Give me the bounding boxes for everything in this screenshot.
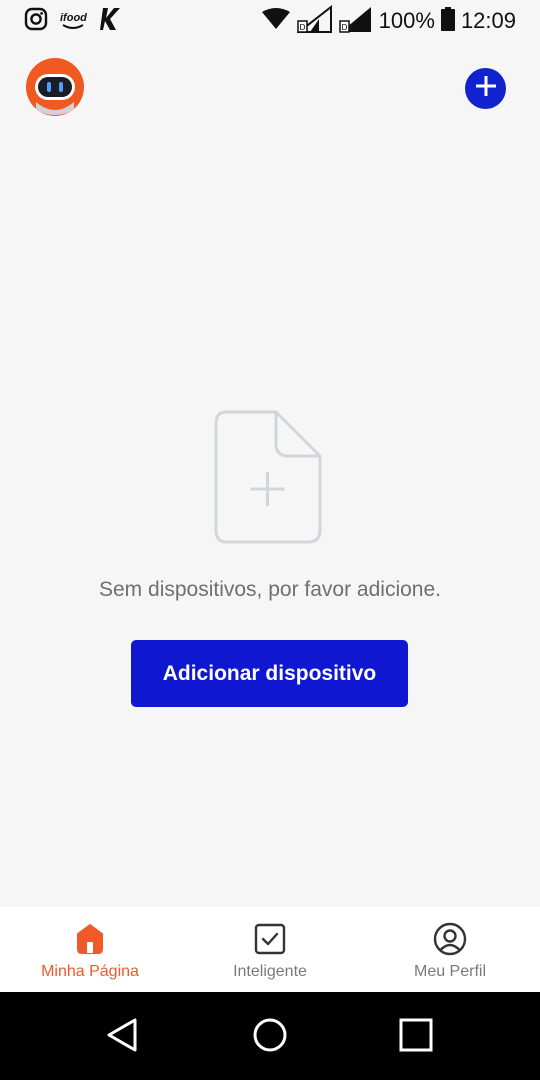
add-button[interactable] <box>465 68 506 109</box>
battery-icon <box>440 6 455 36</box>
tab-label: Inteligente <box>233 963 307 980</box>
status-bar-right: D D 100% 12:09 <box>255 4 516 38</box>
home-icon <box>73 922 107 956</box>
android-nav-bar <box>0 992 540 1080</box>
tab-meu-perfil[interactable]: Meu Perfil <box>360 907 540 992</box>
plus-circle-icon <box>475 75 497 102</box>
tab-minha-pagina[interactable]: Minha Página <box>0 907 180 992</box>
instagram-icon <box>24 7 48 36</box>
status-bar-left: ifood <box>24 6 135 37</box>
status-bar: ifood D D 100% 12:09 <box>0 0 540 42</box>
svg-text:D: D <box>299 23 305 32</box>
file-add-icon <box>214 410 322 544</box>
ifood-icon: ifood <box>60 11 87 30</box>
bottom-tab-bar: Minha Página Inteligente Meu Perfil <box>0 907 540 992</box>
recent-apps-icon[interactable] <box>391 1010 441 1060</box>
robot-avatar-icon[interactable] <box>26 58 84 116</box>
back-icon[interactable] <box>98 1010 148 1060</box>
checkbox-icon <box>253 922 287 956</box>
tab-inteligente[interactable]: Inteligente <box>180 907 360 992</box>
svg-text:D: D <box>341 23 347 32</box>
home-nav-icon[interactable] <box>245 1010 295 1060</box>
ifood-text: ifood <box>60 11 87 24</box>
signal-icon-1: D <box>295 4 333 38</box>
wifi-icon <box>261 7 291 35</box>
clock: 12:09 <box>460 8 516 33</box>
empty-message: Sem dispositivos, por favor adicione. <box>99 578 441 601</box>
k-app-icon <box>99 6 123 37</box>
signal-icon-2: D <box>338 5 373 38</box>
battery-percent: 100% <box>378 8 435 33</box>
add-device-button[interactable]: Adicionar dispositivo <box>131 640 408 707</box>
tab-label: Meu Perfil <box>413 963 487 980</box>
tab-label: Minha Página <box>41 963 139 980</box>
profile-icon <box>433 922 467 956</box>
